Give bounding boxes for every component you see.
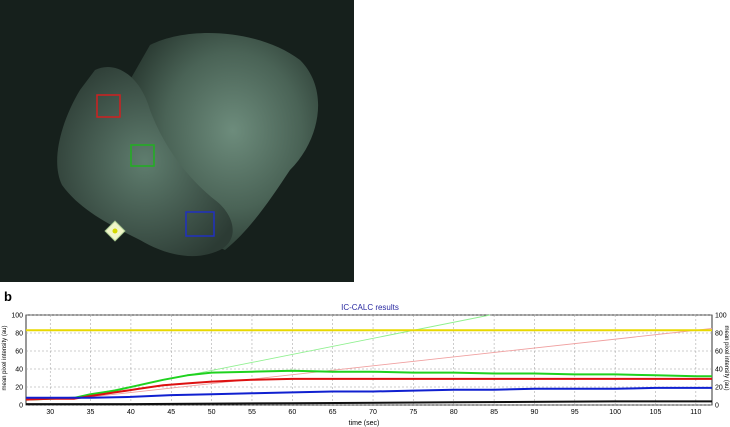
y-tick-label-right: 20 xyxy=(715,385,723,392)
x-tick-label: 45 xyxy=(167,409,175,416)
y-tick-label-right: 0 xyxy=(715,403,719,410)
x-tick-label: 110 xyxy=(690,409,701,416)
x-axis-label: time (sec) xyxy=(349,420,380,427)
fluorescence-image-svg xyxy=(0,0,354,282)
x-tick-label: 80 xyxy=(450,409,458,416)
x-tick-label: 75 xyxy=(409,409,417,416)
x-tick-label: 85 xyxy=(490,409,498,416)
x-tick-label: 105 xyxy=(650,409,662,416)
y-tick-label-left: 60 xyxy=(15,349,23,356)
x-tick-label: 100 xyxy=(609,409,621,416)
y-tick-label-right: 80 xyxy=(715,331,723,338)
y-tick-label-left: 20 xyxy=(15,385,23,392)
x-tick-label: 40 xyxy=(127,409,135,416)
y-tick-label-left: 0 xyxy=(19,403,23,410)
x-tick-label: 55 xyxy=(248,409,256,416)
x-tick-label: 50 xyxy=(208,409,216,416)
x-tick-label: 65 xyxy=(329,409,337,416)
x-tick-label: 35 xyxy=(87,409,95,416)
y-tick-label-left: 100 xyxy=(11,313,23,320)
x-tick-label: 30 xyxy=(46,409,54,416)
x-tick-label: 60 xyxy=(288,409,296,416)
y-tick-label-left: 40 xyxy=(15,367,23,374)
y-tick-label-right: 60 xyxy=(715,349,723,356)
x-tick-label: 95 xyxy=(571,409,579,416)
x-axis-ticks: 30 35 40 45 50 55 60 65 70 75 80 85 90 95 100 105 110 xyxy=(46,409,701,416)
x-tick-label: 70 xyxy=(369,409,377,416)
x-tick-label: 90 xyxy=(531,409,539,416)
y-axis-ticks-left: 0 20 40 60 80 100 xyxy=(11,313,23,410)
chart-title: IC-CALC results xyxy=(341,303,399,312)
y-tick-label-right: 40 xyxy=(715,367,723,374)
fluorescence-image xyxy=(0,0,354,282)
y-tick-label-right: 100 xyxy=(715,313,727,320)
y-axis-label-left: mean pixel intensity (au) xyxy=(2,325,8,390)
y-axis-label-right: mean pixel intensity (au) xyxy=(723,325,729,390)
intensity-chart: IC-CALC results 30 35 40 45 50 55 60 65 70 75 80 85… xyxy=(2,303,729,427)
y-tick-label-left: 80 xyxy=(15,331,23,338)
